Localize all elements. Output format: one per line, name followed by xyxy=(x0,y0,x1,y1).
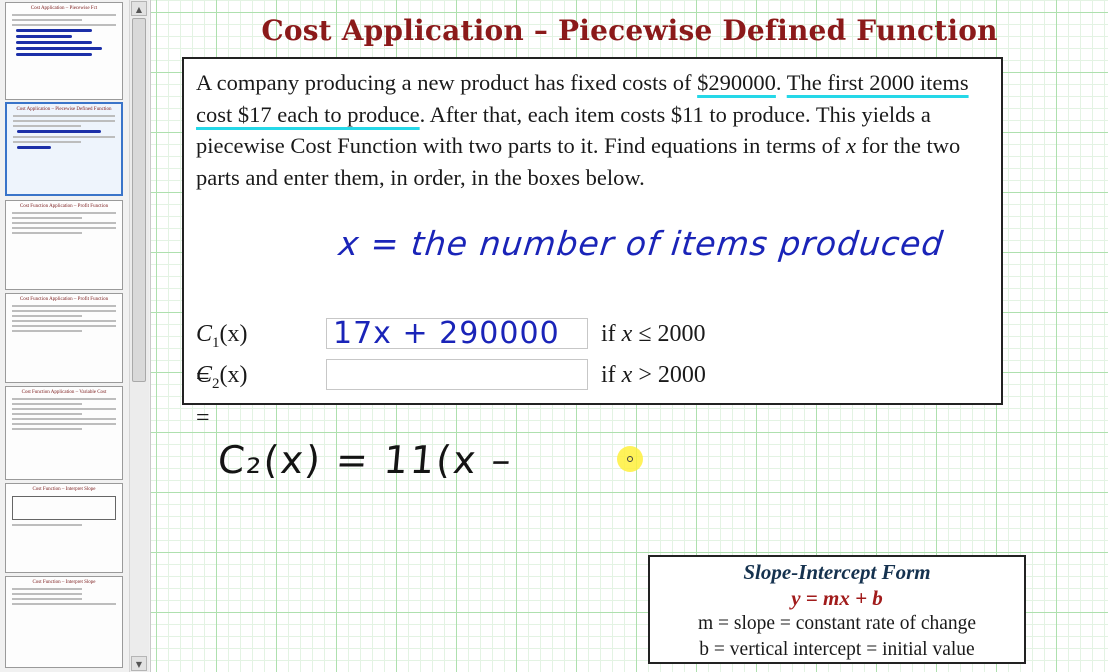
problem-statement: A company producing a new product has fi… xyxy=(196,67,1001,193)
pointer-highlight-icon xyxy=(617,446,643,472)
slide-thumbnail-3[interactable]: Cost Function Application – Profit Funct… xyxy=(5,200,123,290)
slope-box-title: Slope-Intercept Form xyxy=(743,560,931,584)
c1-condition: if x ≤ 2000 xyxy=(601,321,706,347)
thumbnail-scrollbar[interactable]: ▲ ▼ xyxy=(129,0,149,672)
pointer-dot-icon xyxy=(627,456,633,462)
scrollbar-thumb[interactable] xyxy=(132,18,146,382)
math-variable-x: x xyxy=(845,133,856,158)
slide-thumbnail-2-current[interactable]: Cost Application – Piecewise Defined Fun… xyxy=(5,102,123,196)
slide-thumbnail-1[interactable]: Cost Application – Piecewise Fct xyxy=(5,2,123,100)
slide-canvas: Cost Application – Piecewise Defined Fun… xyxy=(151,0,1108,672)
slide-thumbnail-panel: Cost Application – Piecewise Fct Cost Ap… xyxy=(0,0,151,672)
slide-thumbnail-4[interactable]: Cost Function Application – Profit Funct… xyxy=(5,293,123,383)
problem-text-part-1: A company producing a new product has fi… xyxy=(196,70,698,95)
handwritten-x-definition: x = the number of items produced xyxy=(336,224,946,263)
slide-thumbnail-5[interactable]: Cost Function Application – Variable Cos… xyxy=(5,386,123,480)
scroll-down-arrow-icon[interactable]: ▼ xyxy=(131,656,147,671)
scroll-up-arrow-icon[interactable]: ▲ xyxy=(131,1,147,16)
c2-answer-input[interactable] xyxy=(326,359,588,390)
c2-label: C2(x) = xyxy=(196,362,248,431)
slope-intercept-box: Slope-Intercept Form y = mx + b m = slop… xyxy=(648,555,1026,664)
problem-box: A company producing a new product has fi… xyxy=(182,57,1003,431)
slide-thumbnail-6[interactable]: Cost Function – Interpret Slope xyxy=(5,483,123,573)
slide-title: Cost Application – Piecewise Defined Fun… xyxy=(261,14,998,47)
fixed-cost-highlight: $290000 xyxy=(697,70,776,95)
slope-box-equation: y = mx + b xyxy=(791,586,883,610)
slide-thumbnail-7[interactable]: Cost Function – Interpret Slope xyxy=(5,576,123,668)
thumbnail-list: Cost Application – Piecewise Fct Cost Ap… xyxy=(0,0,128,672)
problem-text-part-2: . xyxy=(775,70,787,95)
slope-box-m-definition: m = slope = constant rate of change xyxy=(697,613,977,634)
c1-answer-value: 17x + 290000 xyxy=(333,316,560,351)
c2-condition: if x > 2000 xyxy=(601,362,706,388)
handwritten-work-line: C₂(x) = 11(x – xyxy=(216,438,515,482)
slope-box-b-definition: b = vertical intercept = initial value xyxy=(699,639,975,660)
c1-answer-input[interactable]: 17x + 290000 xyxy=(326,316,588,351)
